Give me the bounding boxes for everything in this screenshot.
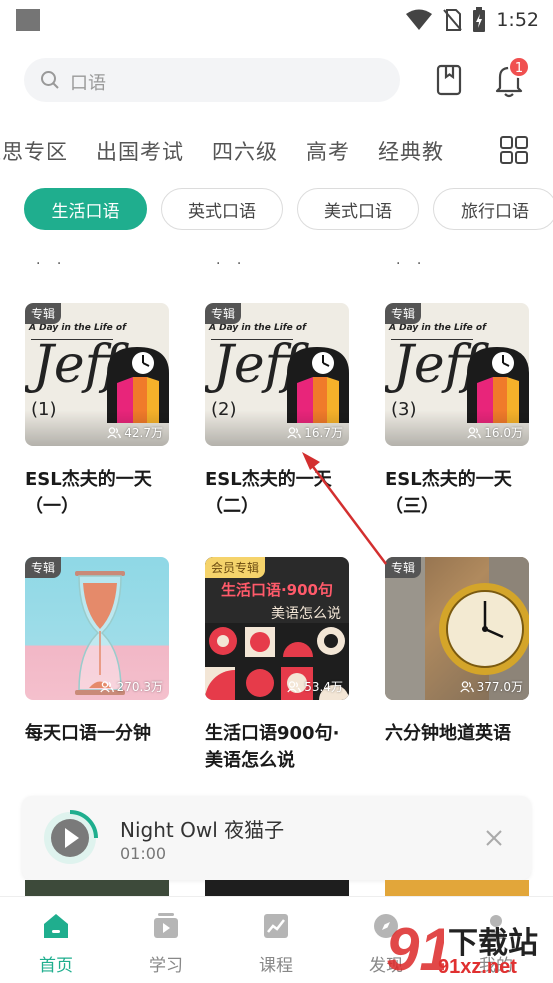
album-title: ESL杰夫的一天（一） xyxy=(25,469,152,517)
album-tag: 专辑 xyxy=(25,557,62,578)
tab-gaokao[interactable]: 高考 xyxy=(292,132,364,170)
cutoff-row-remnant: · · xyxy=(216,256,248,272)
cover-headline: 生活口语·900句 xyxy=(220,581,333,599)
hourglass-art xyxy=(75,571,125,695)
nav-study[interactable]: 学习 xyxy=(131,911,201,976)
play-count-value: 53.4万 xyxy=(304,680,343,694)
status-bar: 1:52 xyxy=(0,0,553,40)
nav-label: 课程 xyxy=(259,956,293,976)
track-time: 01:00 xyxy=(120,844,167,863)
tab-ielts[interactable]: 雅思专区 xyxy=(0,132,82,170)
status-icons: 1:52 xyxy=(406,6,539,34)
album-card[interactable]: 专辑 377.0万 六分钟地道英语 xyxy=(385,557,529,747)
play-count-value: 16.7万 xyxy=(304,426,343,440)
play-count-value: 270.3万 xyxy=(116,680,163,694)
search-icon xyxy=(41,71,59,89)
play-button[interactable] xyxy=(42,810,98,866)
nav-label: 首页 xyxy=(39,956,73,976)
no-sim-icon xyxy=(443,9,463,31)
album-card[interactable]: 生活口语·900句 美语怎么说 会员专辑 53.4万 生活口语900句·美语怎么… xyxy=(205,557,349,774)
mini-player[interactable]: Night Owl 夜猫子 01:00 xyxy=(22,796,531,880)
listeners-icon xyxy=(107,426,122,438)
album-title: ESL杰夫的一天（三） xyxy=(385,469,512,517)
chip-american-speaking[interactable]: 美式口语 xyxy=(297,188,419,230)
vip-album-tag: 会员专辑 xyxy=(205,557,266,578)
tab-classic-textbooks[interactable]: 经典教 xyxy=(364,132,458,170)
wifi-icon xyxy=(406,9,433,30)
album-cover: A Day in the Life of Jeff (2) 专辑 16.7万 xyxy=(205,303,349,446)
search-bar[interactable]: 口语 xyxy=(24,58,400,102)
bookmark-book-icon[interactable] xyxy=(434,64,464,96)
cutoff-row-remnant: · · xyxy=(36,256,68,272)
album-cover: A Day in the Life of Jeff (3) 专辑 16.0万 xyxy=(385,303,529,446)
battery-charging-icon xyxy=(473,7,486,32)
album-cover: 生活口语·900句 美语怎么说 会员专辑 53.4万 xyxy=(205,557,349,700)
close-icon[interactable] xyxy=(482,826,506,850)
watermark-url: 91xz.net xyxy=(438,956,517,978)
play-count-value: 42.7万 xyxy=(124,426,163,440)
play-count: 16.0万 xyxy=(467,424,523,441)
tab-abroad-exams[interactable]: 出国考试 xyxy=(82,132,198,170)
play-count: 270.3万 xyxy=(99,678,163,695)
next-album-peek xyxy=(25,880,169,896)
nav-label: 学习 xyxy=(149,956,183,976)
chip-british-speaking[interactable]: 英式口语 xyxy=(161,188,283,230)
subcategory-chips: 生活口语 英式口语 美式口语 旅行口语 xyxy=(24,188,553,230)
listeners-icon xyxy=(467,426,482,438)
cover-subhead: 美语怎么说 xyxy=(271,606,341,622)
annotation-arrow-icon xyxy=(302,452,387,565)
album-title: 六分钟地道英语 xyxy=(385,723,511,744)
listeners-icon xyxy=(99,680,114,692)
cover-subtitle: A Day in the Life of xyxy=(209,323,307,333)
cover-subtitle: A Day in the Life of xyxy=(389,323,487,333)
album-tag: 专辑 xyxy=(25,303,62,324)
track-title: Night Owl 夜猫子 xyxy=(120,818,285,842)
tab-cet[interactable]: 四六级 xyxy=(198,132,292,170)
play-count: 16.7万 xyxy=(287,424,343,441)
watermark-logo-digits: 91 xyxy=(386,916,444,983)
album-cover: 专辑 270.3万 xyxy=(25,557,169,700)
play-count-value: 377.0万 xyxy=(476,680,523,694)
album-cover: A Day in the Life of Jeff (1) 专辑 42.7万 xyxy=(25,303,169,446)
play-count-value: 16.0万 xyxy=(484,426,523,440)
album-tag: 专辑 xyxy=(385,303,422,324)
album-tag: 专辑 xyxy=(205,303,242,324)
cutoff-row-remnant: · · xyxy=(396,256,428,272)
site-watermark: 91 下载站 91xz.net xyxy=(384,916,553,983)
play-square-icon xyxy=(154,913,178,938)
nav-courses[interactable]: 课程 xyxy=(241,911,311,976)
listeners-icon xyxy=(287,426,302,438)
watermark-logo: 91 xyxy=(386,916,444,983)
notification-badge: 1 xyxy=(508,56,530,78)
next-album-peek xyxy=(385,880,529,896)
status-time: 1:52 xyxy=(496,9,539,31)
notification-square-icon xyxy=(16,9,40,31)
listeners-icon xyxy=(287,680,302,692)
chip-travel-speaking[interactable]: 旅行口语 xyxy=(433,188,553,230)
grid-menu-icon[interactable] xyxy=(500,136,528,164)
album-title: 每天口语一分钟 xyxy=(25,723,151,744)
chip-daily-speaking[interactable]: 生活口语 xyxy=(24,188,147,230)
category-tabs: 雅思专区 出国考试 四六级 高考 经典教 xyxy=(0,132,490,172)
chart-icon xyxy=(264,914,288,938)
home-icon xyxy=(44,914,68,938)
play-count: 42.7万 xyxy=(107,424,163,441)
tabs-fade xyxy=(460,130,492,174)
album-card[interactable]: A Day in the Life of Jeff (1) 专辑 42.7万 E… xyxy=(25,303,169,520)
play-count: 377.0万 xyxy=(459,678,523,695)
album-card[interactable]: 专辑 270.3万 每天口语一分钟 xyxy=(25,557,169,747)
album-tag: 专辑 xyxy=(385,557,422,578)
cover-subtitle: A Day in the Life of xyxy=(29,323,127,333)
listeners-icon xyxy=(459,680,474,692)
search-placeholder: 口语 xyxy=(70,73,106,94)
next-album-peek xyxy=(205,880,349,896)
album-cover: 专辑 377.0万 xyxy=(385,557,529,700)
play-count: 53.4万 xyxy=(287,678,343,695)
album-card[interactable]: A Day in the Life of Jeff (3) 专辑 16.0万 E… xyxy=(385,303,529,520)
nav-home[interactable]: 首页 xyxy=(21,911,91,976)
album-title: 生活口语900句·美语怎么说 xyxy=(205,723,340,771)
